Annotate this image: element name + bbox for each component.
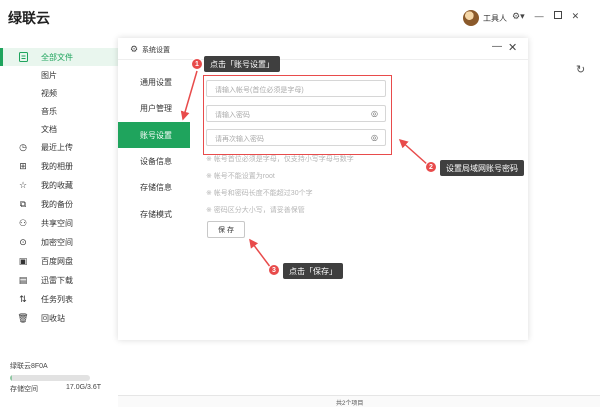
sidebar-item-all-files[interactable]: 全部文件 — [0, 48, 118, 66]
sidebar-item-recent[interactable]: ◷ 最近上传 — [0, 138, 118, 156]
storage-value: 17.0G/3.6T — [66, 384, 102, 391]
annotation-callout: 点击「账号设置」 — [204, 56, 280, 72]
sidebar-item-label: 音乐 — [41, 106, 57, 116]
sidebar-item-label: 视频 — [41, 88, 57, 98]
sidebar-item-label: 百度网盘 — [41, 256, 73, 266]
hint-text: ※ 帐号不能设置为root — [206, 173, 275, 180]
tab-storage-mode[interactable]: 存储模式 — [118, 201, 190, 227]
annotation-badge: 3 — [268, 264, 280, 276]
sidebar-item-label: 我的相册 — [41, 161, 73, 171]
sidebar-item-music[interactable]: 音乐 — [0, 102, 118, 120]
trash-icon: 🗑 — [17, 312, 29, 323]
sort-icon: ⇅ — [19, 293, 27, 304]
sidebar-item-label: 图片 — [41, 70, 57, 80]
status-bar: 共2个项目 — [118, 395, 600, 407]
sidebar-item-documents[interactable]: 文档 — [0, 120, 118, 138]
sidebar-item-label: 回收站 — [41, 313, 65, 323]
clock-icon: ◷ — [19, 141, 27, 152]
tab-device-info[interactable]: 设备信息 — [118, 148, 190, 174]
tab-users[interactable]: 用户管理 — [118, 95, 190, 121]
storage-progress-fill — [10, 375, 12, 381]
device-name: 绿联云8F0A — [10, 363, 48, 370]
sidebar-item-favorites[interactable]: ☆ 我的收藏 — [0, 176, 118, 194]
tab-label: 账号设置 — [140, 130, 172, 140]
annotation-callout: 点击「保存」 — [283, 263, 343, 279]
user-name[interactable]: 工具人 — [483, 13, 507, 24]
sidebar-item-thunder[interactable]: ▤ 迅雷下载 — [0, 271, 118, 289]
sidebar-item-label: 全部文件 — [41, 52, 73, 62]
annotation-text: 设置局域网账号密码 — [446, 163, 518, 173]
annotation-highlight-box — [203, 75, 392, 155]
sidebar-item-label: 共享空间 — [41, 218, 73, 228]
users-icon: ⚇ — [18, 217, 28, 228]
annotation-callout: 设置局域网账号密码 — [440, 160, 524, 176]
settings-icon[interactable]: ⚙▾ — [512, 10, 525, 22]
sidebar-item-label: 加密空间 — [41, 237, 73, 247]
dialog-title: 系统设置 — [142, 47, 170, 54]
sidebar-item-shared[interactable]: ⚇ 共享空间 — [0, 214, 118, 232]
annotation-badge: 2 — [425, 161, 437, 173]
hint-text: ※ 帐号首位必须是字母，仅支持小写字母与数字 — [206, 156, 354, 163]
tab-label: 用户管理 — [140, 103, 172, 113]
sidebar-item-baidu[interactable]: ▣ 百度网盘 — [0, 252, 118, 270]
sidebar-item-label: 文档 — [41, 124, 57, 134]
annotation-text: 点击「账号设置」 — [210, 59, 274, 69]
sidebar-item-tasks[interactable]: ⇅ 任务列表 — [0, 290, 118, 308]
dialog-header: ⚙ 系统设置 — ✕ — [118, 38, 528, 60]
status-text: 共2个项目 — [336, 401, 364, 407]
user-menu[interactable]: 工具人 — [463, 10, 507, 26]
cloud-icon: ▣ — [18, 255, 28, 266]
sidebar: 全部文件 图片 视频 音乐 文档 ◷ 最近上传 ⊞ 我的相册 ☆ 我的收藏 ⧉ … — [0, 38, 118, 407]
tab-label: 通用设置 — [140, 77, 172, 87]
sidebar-item-label: 最近上传 — [41, 142, 73, 152]
tab-account[interactable]: 账号设置 — [118, 122, 190, 148]
window-controls: ⚙▾ — ✕ — [512, 10, 579, 22]
sidebar-item-videos[interactable]: 视频 — [0, 84, 118, 102]
sidebar-item-images[interactable]: 图片 — [0, 66, 118, 84]
minimize-icon[interactable]: — — [492, 41, 502, 52]
sidebar-item-label: 我的收藏 — [41, 180, 73, 190]
title-bar: 绿联云 工具人 ⚙▾ — ✕ — [0, 0, 600, 38]
storage-label: 存储空间 — [10, 386, 38, 393]
annotation-text: 点击「保存」 — [289, 266, 337, 276]
tab-storage-info[interactable]: 存储信息 — [118, 174, 190, 200]
sidebar-item-label: 迅雷下载 — [41, 275, 73, 285]
tab-label: 设备信息 — [140, 156, 172, 166]
tab-label: 存储模式 — [140, 209, 172, 219]
maximize-icon[interactable] — [553, 10, 562, 22]
tab-label: 存储信息 — [140, 182, 172, 192]
app-title: 绿联云 — [8, 10, 50, 26]
lock-icon: ⊙ — [19, 236, 27, 247]
sidebar-item-label: 任务列表 — [41, 294, 73, 304]
sidebar-item-album[interactable]: ⊞ 我的相册 — [0, 157, 118, 175]
avatar[interactable] — [463, 10, 479, 26]
annotation-badge: 1 — [191, 58, 203, 70]
album-icon: ⊞ — [19, 160, 27, 171]
sidebar-item-label: 我的备份 — [41, 199, 73, 209]
thunder-icon: ▤ — [18, 274, 28, 285]
file-icon — [18, 52, 28, 62]
sidebar-item-backup[interactable]: ⧉ 我的备份 — [0, 195, 118, 213]
save-button[interactable]: 保 存 — [207, 221, 245, 238]
sidebar-item-trash[interactable]: 🗑 回收站 — [0, 309, 118, 327]
backup-icon: ⧉ — [19, 198, 27, 209]
storage-progress — [10, 375, 90, 381]
sidebar-item-encrypted[interactable]: ⊙ 加密空间 — [0, 233, 118, 251]
gear-icon: ⚙ — [130, 44, 139, 54]
star-icon: ☆ — [18, 179, 28, 190]
tab-general[interactable]: 通用设置 — [118, 69, 190, 95]
hint-text: ※ 密码区分大小写，请妥善保管 — [206, 207, 305, 214]
close-icon[interactable]: ✕ — [572, 10, 580, 22]
refresh-icon[interactable]: ↻ — [576, 63, 585, 76]
minimize-icon[interactable]: — — [535, 10, 544, 22]
close-icon[interactable]: ✕ — [508, 41, 517, 54]
hint-text: ※ 帐号和密码长度不能超过30个字 — [206, 190, 313, 197]
